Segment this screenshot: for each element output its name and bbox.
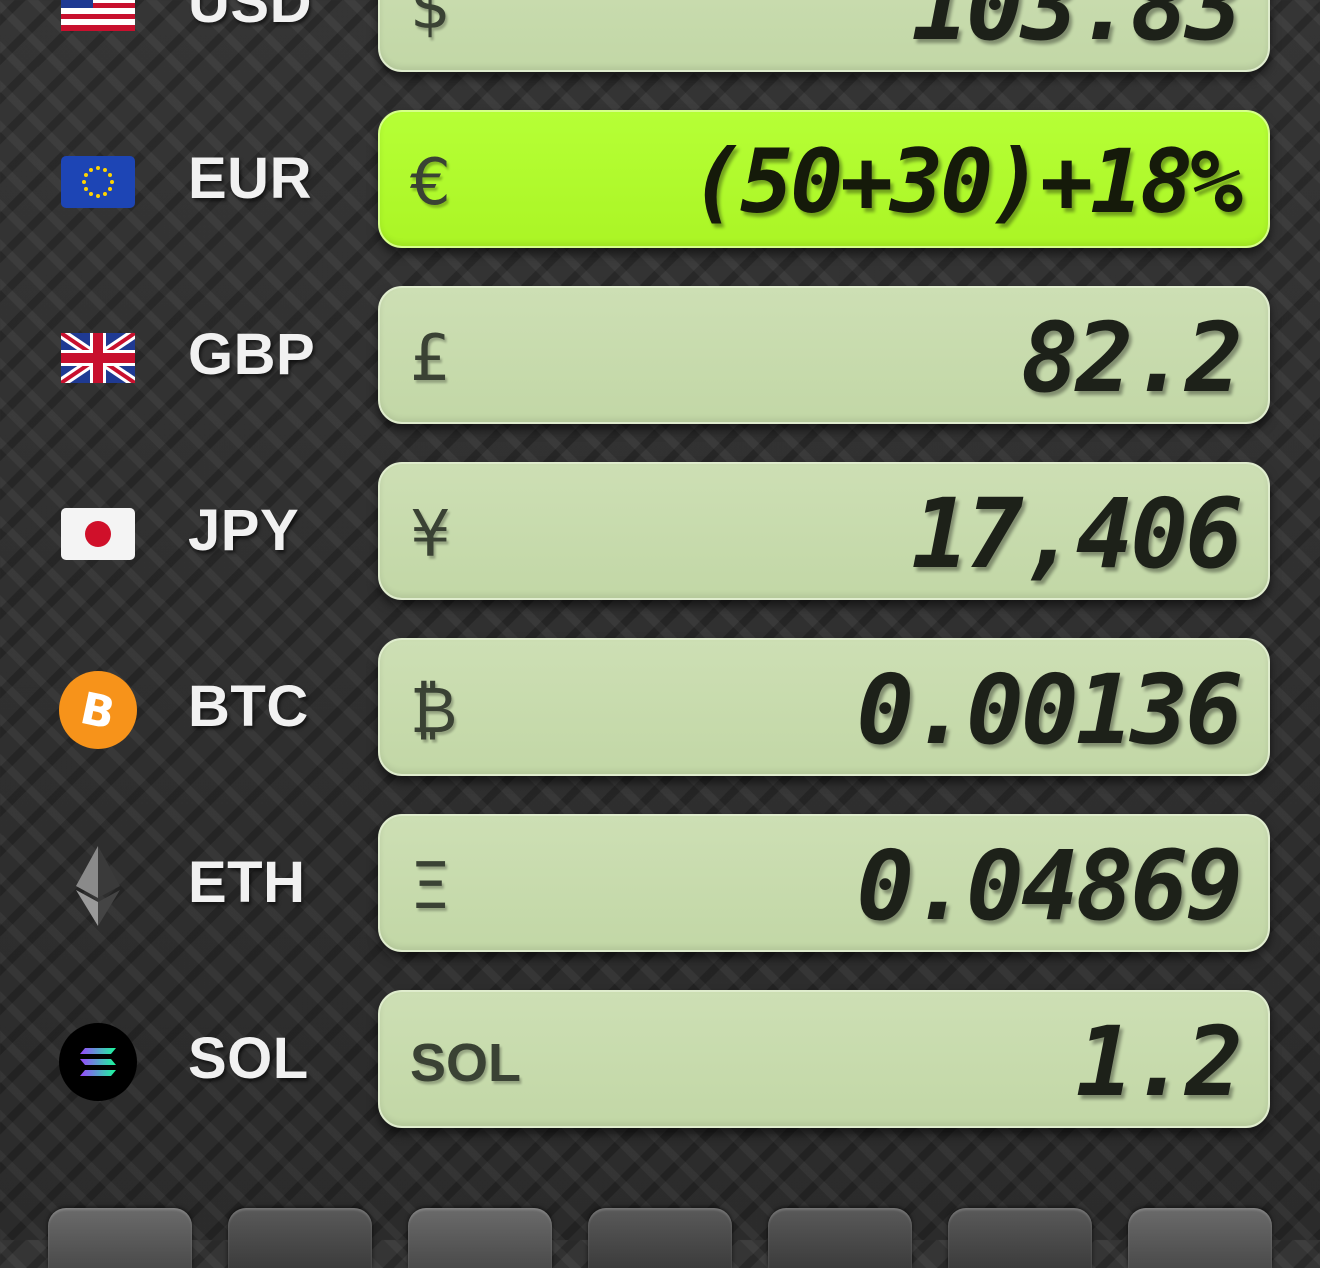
currency-row-btc: B BTC ₿ 0.00136 [0,634,1320,778]
currency-code-jpy: JPY [188,498,300,563]
currency-row-usd: USD $ 103.83 [0,0,1320,74]
currency-code-eth: ETH [188,850,306,915]
usd-symbol: $ [410,0,451,44]
gbp-symbol: £ [410,322,451,396]
ethereum-icon [58,846,138,926]
eth-amount-display[interactable]: Ξ 0.04869 [378,814,1270,952]
jpy-amount-display[interactable]: ¥ 17,406 [378,462,1270,600]
currency-row-eth: ETH Ξ 0.04869 [0,810,1320,954]
japan-flag-icon [58,494,138,574]
gbp-amount-display[interactable]: £ 82.2 [378,286,1270,424]
usd-amount-value: 103.83 [911,0,1243,62]
gbp-amount-value: 82.2 [1020,302,1243,414]
eth-symbol: Ξ [410,850,451,924]
currency-row-gbp: GBP £ 82.2 [0,282,1320,426]
sol-amount-display[interactable]: SOL 1.2 [378,990,1270,1128]
keypad-key-5[interactable] [768,1208,912,1268]
keypad-key-1[interactable] [48,1208,192,1268]
sol-amount-value: 1.2 [1075,1006,1243,1118]
btc-amount-display[interactable]: ₿ 0.00136 [378,638,1270,776]
currency-row-jpy: JPY ¥ 17,406 [0,458,1320,602]
eur-symbol: € [410,146,451,220]
jpy-amount-value: 17,406 [911,478,1243,590]
eur-expression-value: (50+30)+18% [690,130,1243,233]
keypad-key-3[interactable] [408,1208,552,1268]
currency-code-btc: BTC [188,674,309,739]
currency-row-sol: SOL SOL 1.2 [0,986,1320,1130]
currency-code-usd: USD [188,0,312,35]
currency-list: USD $ 103.83 EUR € (50+30)+18% GBP £ 82.… [0,0,1320,1200]
jpy-symbol: ¥ [410,498,451,572]
solana-icon [58,1022,138,1102]
currency-code-sol: SOL [188,1026,309,1091]
currency-code-gbp: GBP [188,322,316,387]
bitcoin-icon: B [58,670,138,750]
keypad-key-2[interactable] [228,1208,372,1268]
keypad-key-7[interactable] [1128,1208,1272,1268]
keypad [0,1208,1320,1268]
currency-code-eur: EUR [188,146,312,211]
btc-amount-value: 0.00136 [856,654,1243,766]
us-flag-icon [58,0,138,46]
keypad-key-4[interactable] [588,1208,732,1268]
btc-symbol: ₿ [410,674,458,748]
sol-symbol: SOL [410,1033,522,1093]
eth-amount-value: 0.04869 [856,830,1243,942]
eur-amount-display[interactable]: € (50+30)+18% [378,110,1270,248]
eu-flag-icon [58,142,138,222]
usd-amount-display[interactable]: $ 103.83 [378,0,1270,72]
currency-row-eur: EUR € (50+30)+18% [0,106,1320,250]
uk-flag-icon [58,318,138,398]
keypad-key-6[interactable] [948,1208,1092,1268]
